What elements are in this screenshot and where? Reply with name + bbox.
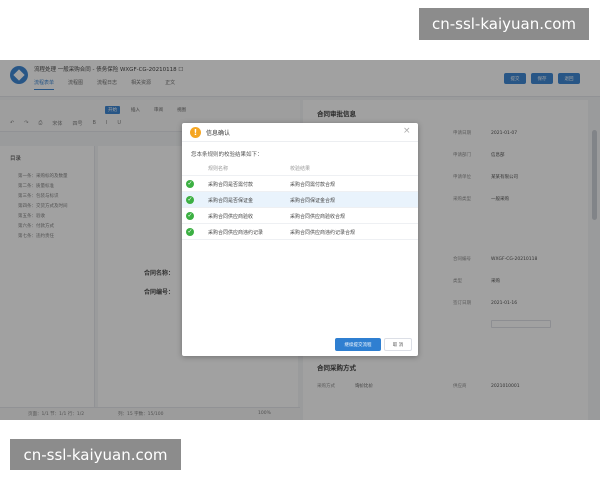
dialog-description: 您本条规则的校验结果如下：: [191, 152, 263, 158]
rule-result: 采购合同保证金合规: [290, 198, 336, 204]
dialog-footer: 继续提交流程 取 消: [182, 334, 418, 356]
table-row[interactable]: ✓ 采购合同是否需付款 采购合同需付款合规: [182, 175, 418, 191]
confirm-dialog: ! 信息确认 × 您本条规则的校验结果如下： 规则名称 校验结果 ✓ 采购合同是…: [182, 123, 418, 356]
check-icon: ✓: [186, 212, 194, 220]
result-table-header: 规则名称 校验结果: [182, 161, 418, 175]
warning-icon: !: [190, 127, 201, 138]
rule-name: 采购合同是否保证金: [208, 198, 254, 204]
check-icon: ✓: [186, 228, 194, 236]
dialog-header: ! 信息确认 ×: [182, 123, 418, 142]
rule-result: 采购合同供应商违约记录合规: [290, 230, 356, 236]
cancel-button[interactable]: 取 消: [384, 338, 412, 351]
check-icon: ✓: [186, 196, 194, 204]
rule-result: 采购合同需付款合规: [290, 182, 336, 188]
watermark-bottom: cn-ssl-kaiyuan.com: [10, 439, 181, 470]
rule-result: 采购合同供应商验收合规: [290, 214, 346, 220]
close-icon[interactable]: ×: [403, 126, 411, 136]
table-row[interactable]: ✓ 采购合同是否保证金 采购合同保证金合规: [182, 191, 418, 207]
header-rule: 规则名称: [208, 166, 229, 172]
header-result: 校验结果: [290, 166, 311, 172]
table-row[interactable]: ✓ 采购合同供应商验收 采购合同供应商验收合规: [182, 207, 418, 223]
rule-name: 采购合同供应商违约记录: [208, 230, 264, 236]
watermark-top: cn-ssl-kaiyuan.com: [419, 8, 589, 40]
rule-name: 采购合同是否需付款: [208, 182, 254, 188]
check-icon: ✓: [186, 180, 194, 188]
rule-name: 采购合同供应商验收: [208, 214, 254, 220]
result-table: 规则名称 校验结果 ✓ 采购合同是否需付款 采购合同需付款合规 ✓ 采购合同是否…: [182, 161, 418, 240]
dialog-title: 信息确认: [206, 130, 231, 137]
continue-submit-button[interactable]: 继续提交流程: [335, 338, 381, 351]
table-end-divider: [182, 239, 418, 240]
table-row[interactable]: ✓ 采购合同供应商违约记录 采购合同供应商违约记录合规: [182, 223, 418, 239]
app-window: 流程处理 一般采购合同 - 债务保险 WXGF-CG-20210118 ☐ 流程…: [0, 60, 600, 420]
